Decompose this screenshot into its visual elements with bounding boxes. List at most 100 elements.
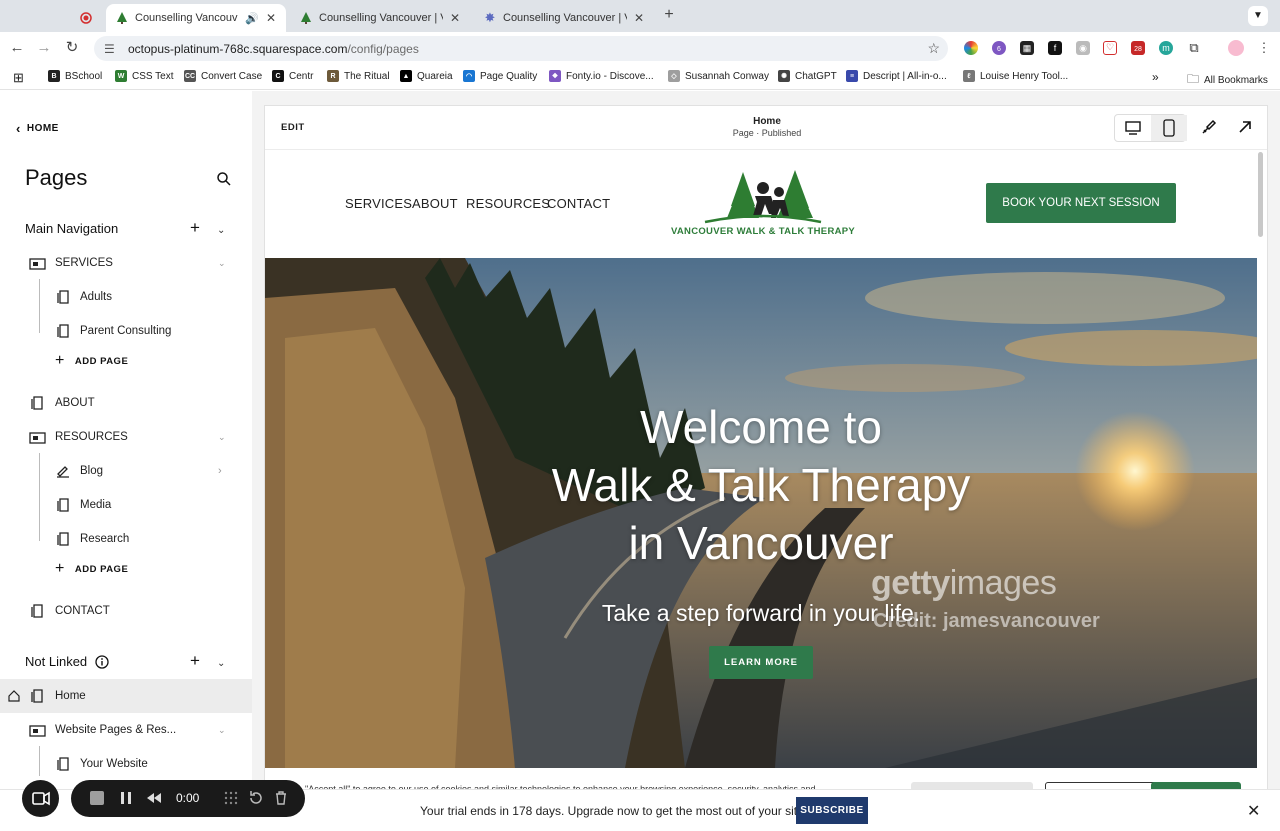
bookmark-item[interactable]: ❖ Fonty.io - Discove...	[549, 70, 654, 82]
tab-counselling-2[interactable]: Counselling Vancouver | Vanc ✕	[290, 4, 470, 32]
bookmark-item[interactable]: ◠ Page Quality	[463, 70, 537, 82]
site-nav-contact[interactable]: CONTACT	[547, 196, 610, 211]
chevron-down-icon[interactable]: ⌄	[218, 725, 226, 736]
restart-icon[interactable]	[248, 790, 264, 806]
bookmark-item[interactable]: ℓ Louise Henry Tool...	[963, 70, 1068, 82]
learn-more-button[interactable]: LEARN MORE	[709, 646, 813, 679]
font-extension-icon[interactable]: f	[1048, 41, 1062, 55]
paintbrush-icon[interactable]	[1200, 118, 1218, 136]
mobile-view-button[interactable]	[1151, 115, 1187, 141]
chevron-down-icon[interactable]: ⌄	[217, 658, 225, 669]
add-main-nav-icon[interactable]: +	[190, 218, 200, 238]
site-nav-about[interactable]: ABOUT	[412, 196, 458, 211]
close-tab-icon[interactable]: ✕	[634, 11, 644, 25]
color-picker-extension-icon[interactable]	[964, 41, 978, 55]
close-tab-icon[interactable]: ✕	[450, 11, 460, 25]
reload-icon[interactable]: ↻	[63, 39, 81, 57]
m-extension-icon[interactable]: m	[1159, 41, 1173, 55]
close-icon[interactable]: ✕	[1247, 801, 1260, 821]
extension-icon[interactable]: 6	[992, 41, 1006, 55]
desktop-view-button[interactable]	[1115, 115, 1151, 141]
page-item-contact[interactable]: CONTACT	[0, 594, 252, 628]
page-item-services[interactable]: SERVICES ⌄	[0, 246, 252, 280]
page-item-adults[interactable]: Adults	[0, 280, 252, 314]
camera-extension-icon[interactable]: ◉	[1076, 41, 1090, 55]
bookmark-item[interactable]: ▲ Quareia	[400, 70, 453, 82]
bookmarks-overflow-icon[interactable]: »	[1152, 70, 1159, 84]
tab-counselling-3[interactable]: ✸ Counselling Vancouver | Vanc ✕	[474, 4, 654, 32]
bookmark-favicon-icon: ❖	[549, 70, 561, 82]
page-item-parent-consulting[interactable]: Parent Consulting	[0, 314, 252, 348]
open-external-arrow-icon[interactable]	[1236, 118, 1254, 136]
page-item-website-pages[interactable]: Website Pages & Res... ⌄	[0, 713, 252, 747]
page-item-media[interactable]: Media	[0, 488, 252, 522]
chevron-right-icon[interactable]: ›	[218, 465, 222, 477]
bookmark-item[interactable]: B BSchool	[48, 70, 102, 82]
speaker-icon[interactable]: 🔊	[245, 12, 259, 25]
page-item-research[interactable]: Research	[0, 522, 252, 556]
close-tab-icon[interactable]: ✕	[266, 11, 276, 25]
bookmark-item[interactable]: ◇ Susannah Conway	[668, 70, 769, 82]
rewind-icon[interactable]	[146, 790, 162, 806]
page-item-blog[interactable]: Blog ›	[0, 454, 252, 488]
bookmark-item[interactable]: ✺ ChatGPT	[778, 70, 837, 82]
tab-counselling-1[interactable]: Counselling Vancouver | W 🔊 ✕	[106, 4, 286, 32]
homepage-icon	[8, 690, 20, 702]
pause-icon[interactable]	[118, 790, 134, 806]
new-tab-icon[interactable]: +	[660, 6, 678, 24]
bookmark-item[interactable]: W CSS Text	[115, 70, 174, 82]
page-item-home[interactable]: Home	[0, 679, 252, 713]
video-camera-icon	[32, 791, 50, 806]
chevron-down-icon[interactable]: ⌄	[218, 432, 226, 443]
bookmark-favicon-icon: ◇	[668, 70, 680, 82]
grid-dots-icon[interactable]	[223, 790, 239, 806]
tab-recording[interactable]	[70, 4, 106, 32]
page-item-about[interactable]: ABOUT	[0, 386, 252, 420]
bookmark-label: Centr	[289, 70, 314, 82]
site-nav-resources[interactable]: RESOURCES	[466, 196, 550, 211]
hero-heading: Welcome to Walk & Talk Therapy in Vancou…	[551, 401, 971, 569]
add-page-label: ADD PAGE	[74, 563, 129, 575]
add-page-button[interactable]: + ADD PAGE	[55, 352, 128, 370]
site-settings-icon[interactable]: ☰	[104, 42, 122, 56]
pocket-extension-icon[interactable]: ♡	[1103, 41, 1117, 55]
page-item-resources[interactable]: RESOURCES ⌄	[0, 420, 252, 454]
bookmark-item[interactable]: ≡ Descript | All-in-o...	[846, 70, 947, 82]
trial-message: Your trial ends in 178 days. Upgrade now…	[420, 804, 808, 818]
stop-icon[interactable]	[89, 790, 105, 806]
tab-title: Counselling Vancouver | W	[135, 12, 238, 24]
hero-subheading: Take a step forward in your life.	[601, 600, 921, 626]
bookmark-item[interactable]: R The Ritual	[327, 70, 390, 82]
bookmark-item[interactable]: C Centr	[272, 70, 313, 82]
bookmark-item[interactable]: CC Convert Case	[184, 70, 262, 82]
grid-extension-icon[interactable]: ▦	[1020, 41, 1034, 55]
chevron-down-icon[interactable]: ▼	[1248, 6, 1268, 26]
page-item-your-website[interactable]: Your Website	[0, 747, 252, 781]
trash-icon[interactable]	[273, 790, 289, 806]
chevron-down-icon[interactable]: ⌄	[218, 258, 226, 269]
back-arrow-icon[interactable]: ←	[8, 39, 26, 57]
back-to-home-link[interactable]: ‹ HOME	[16, 121, 59, 136]
preview-scrollbar[interactable]	[1258, 152, 1263, 237]
site-nav-services[interactable]: SERVICES	[345, 196, 412, 211]
subscribe-button[interactable]: SUBSCRIBE	[796, 797, 868, 824]
page-label: SERVICES	[55, 257, 113, 269]
bookmark-favicon-icon: ◠	[463, 70, 475, 82]
all-bookmarks[interactable]: 🗀 All Bookmarks	[1187, 70, 1268, 91]
add-not-linked-icon[interactable]: +	[190, 651, 200, 671]
book-session-button[interactable]: BOOK YOUR NEXT SESSION	[986, 183, 1176, 223]
info-icon[interactable]	[95, 654, 109, 669]
browser-menu-icon[interactable]: ⋮	[1257, 41, 1271, 55]
search-icon[interactable]	[216, 171, 232, 187]
bookmark-favicon-icon: B	[48, 70, 60, 82]
profile-avatar[interactable]	[1228, 40, 1244, 56]
forward-arrow-icon[interactable]: →	[35, 39, 53, 57]
puzzle-extensions-icon[interactable]: ⧉	[1187, 41, 1201, 55]
calendar-extension-icon[interactable]: 28	[1131, 41, 1145, 55]
add-page-button[interactable]: + ADD PAGE	[55, 560, 128, 578]
chevron-down-icon[interactable]: ⌄	[217, 225, 225, 236]
address-bar[interactable]: ☰ octopus-platinum-768c.squarespace.com/…	[94, 36, 948, 61]
apps-grid-icon[interactable]: ⊞	[13, 70, 24, 86]
camera-toggle-button[interactable]	[22, 780, 59, 817]
bookmark-star-icon[interactable]: ☆	[927, 40, 940, 57]
